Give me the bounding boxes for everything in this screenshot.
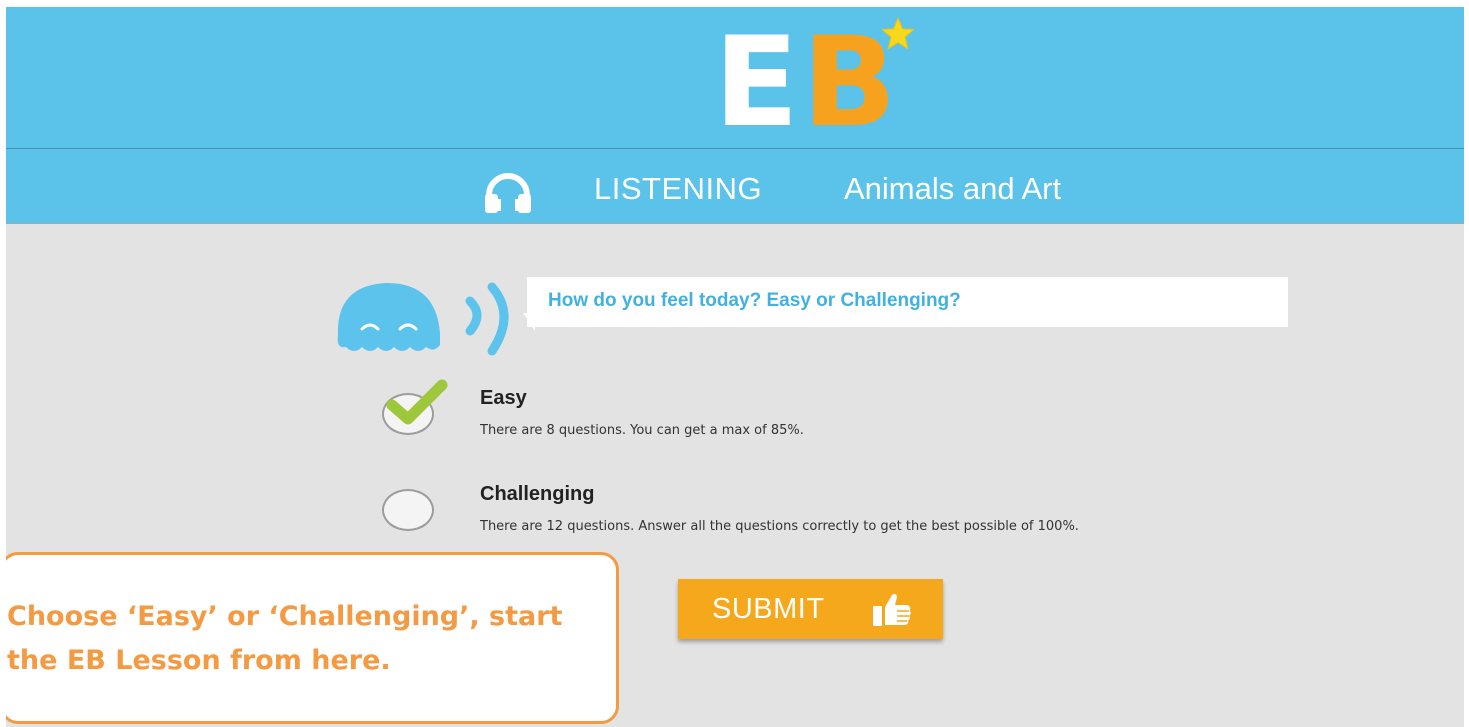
mascot-speaking-icon	[337, 282, 509, 356]
easy-title: Easy	[480, 387, 527, 409]
lesson-type-label: LISTENING	[594, 171, 763, 206]
lesson-name-label: Animals and Art	[844, 171, 1062, 206]
option-challenging[interactable]: Challenging There are 12 questions. Answ…	[376, 483, 1276, 553]
challenging-title: Challenging	[480, 483, 595, 505]
app-header: E B	[6, 7, 1464, 149]
headphones-icon	[485, 173, 531, 213]
callout-text: Choose ‘Easy’ or ‘Challenging’, start th…	[7, 601, 563, 676]
checkmark-icon	[386, 379, 448, 425]
submit-label: SUBMIT	[712, 593, 825, 625]
challenging-radio[interactable]	[382, 489, 434, 531]
submit-button[interactable]: SUBMIT	[678, 579, 943, 639]
lesson-setup-screen: E B LISTENING Animals and Art How do you…	[6, 7, 1464, 727]
question-text: How do you feel today? Easy or Challengi…	[548, 290, 961, 311]
option-easy[interactable]: Easy There are 8 questions. You can get …	[376, 379, 1276, 457]
easy-description: There are 8 questions. You can get a max…	[480, 423, 804, 438]
instruction-callout: Choose ‘Easy’ or ‘Challenging’, start th…	[6, 552, 619, 724]
star-icon	[881, 17, 915, 50]
eb-logo: E B	[714, 11, 915, 155]
thumbs-up-icon	[873, 593, 911, 626]
logo-letter-e: E	[714, 11, 799, 155]
challenging-description: There are 12 questions. Answer all the q…	[480, 519, 1079, 534]
lesson-title-bar: LISTENING Animals and Art	[6, 149, 1464, 224]
question-bubble: How do you feel today? Easy or Challengi…	[527, 277, 1288, 327]
